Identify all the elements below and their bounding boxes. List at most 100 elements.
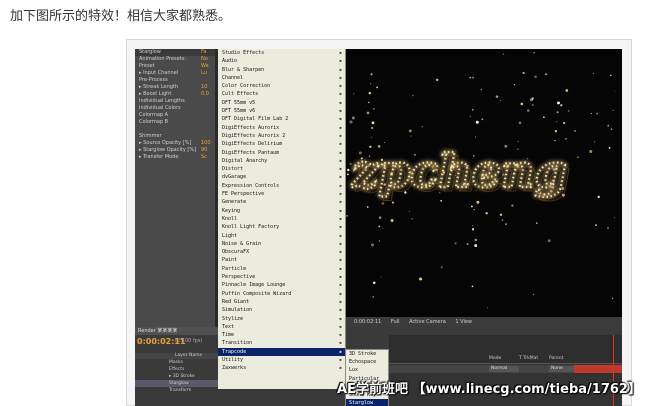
sparkle-particle [576,156,579,159]
effect-control-row[interactable]: ▸ Boost Light 0.0 [135,91,215,98]
sparkle-particle [378,216,382,219]
effect-control-row[interactable]: Colormap B [135,119,215,126]
sparkle-particle [412,95,414,97]
effect-control-row[interactable]: Individual Lengths [135,98,215,105]
submenu-item[interactable]: 3D Stroke [346,350,388,358]
sparkle-particle [545,73,548,76]
effect-control-row[interactable]: Starglow Fa [135,49,215,56]
menu-item[interactable]: Generate ▶ [218,198,345,206]
menu-item[interactable]: Zaxwerks ▶ [218,364,345,372]
menu-item[interactable]: Paint ▶ [218,256,345,264]
menu-item[interactable]: DigiEffects Aurorix ▶ [218,124,345,132]
effect-control-value[interactable]: Fa [201,49,206,56]
menu-item-label: FE Perspective [222,191,265,198]
effect-control-value[interactable]: Sc [201,154,207,161]
sparkle-particle [371,121,375,125]
menu-item[interactable]: FE Perspective ▶ [218,190,345,198]
menu-item[interactable]: Keying ▶ [218,207,345,215]
timeline-row[interactable]: Transform [135,387,218,394]
menu-item[interactable]: Particle ▶ [218,265,345,273]
effect-control-row[interactable]: ▸ Input Channel Lu [135,70,215,77]
viewer-timecode[interactable]: 0:00:02:11 [354,319,381,325]
menu-item[interactable]: Red Giant ▶ [218,298,345,306]
effect-control-row[interactable]: ▸ Starglow Opacity [%] 90 [135,147,215,154]
menu-item[interactable]: Simulation ▶ [218,306,345,314]
effect-control-value[interactable]: Lu [201,70,207,77]
sparkle-particle [382,227,384,229]
sparkle-particle [502,53,505,55]
timeline-tab[interactable]: Render 某某某某 [135,327,218,335]
effect-control-label: Individual Colors [139,105,181,111]
effect-control-row[interactable]: ▸ Source Opacity [%] 100 [135,140,215,147]
effect-control-row[interactable]: Animation Presets: No [135,56,215,63]
sparkle-particle [608,146,611,149]
composition-viewer[interactable]: zpcheng zpcheng [346,49,622,317]
timeline-row[interactable]: ▸ 3D Stroke [135,373,218,380]
effect-control-value[interactable]: 90 [201,147,207,154]
menu-item[interactable]: DigiEffects Aurorix 2 ▶ [218,132,345,140]
menu-item[interactable]: Pinnacle Image Lounge ▶ [218,281,345,289]
menu-item[interactable]: DFT Digital Film Lab 2 ▶ [218,115,345,123]
menu-item[interactable]: Blur & Sharpen ▶ [218,66,345,74]
menu-item[interactable]: DFT 55mm v5 ▶ [218,99,345,107]
viewer-view[interactable]: 1 View [455,319,472,325]
effect-control-value[interactable]: 10 [201,84,207,91]
menu-item[interactable]: Time ▶ [218,331,345,339]
sparkle-particle [592,72,594,74]
sparkle-particle [440,266,443,269]
sparkle-particle [474,244,478,248]
effect-control-row[interactable]: Pre-Process [135,77,215,84]
effect-control-value[interactable]: 0.0 [201,91,209,98]
menu-item-label: Light [222,232,238,239]
effect-control-row[interactable]: Individual Colors [135,105,215,112]
menu-item[interactable]: Channel ▶ [218,74,345,82]
submenu-item[interactable]: Starglow [346,399,388,406]
menu-item[interactable]: Distort ▶ [218,165,345,173]
sparkle-particle [613,217,615,219]
menu-item[interactable]: ObscuraFX ▶ [218,248,345,256]
timeline-row[interactable]: Masks [135,359,218,366]
menu-item[interactable]: DigiEffects Delirium ▶ [218,140,345,148]
submenu-item[interactable]: Lux [346,366,388,374]
menu-item[interactable]: Puffin Composite Wizard ▶ [218,290,345,298]
viewer-camera[interactable]: Active Camera [409,319,446,325]
mode-dropdown[interactable]: Normal [489,366,519,372]
menu-item[interactable]: Audio ▶ [218,57,345,65]
menu-item[interactable]: Digital Anarchy ▶ [218,157,345,165]
effect-control-row[interactable]: Preset Wa [135,63,215,70]
effect-control-value[interactable]: 100 [201,140,211,147]
effect-control-row[interactable]: ▸ Streak Length 10 [135,84,215,91]
menu-item[interactable]: Stylize ▶ [218,315,345,323]
menu-item[interactable]: Perspective ▶ [218,273,345,281]
menu-item[interactable]: DigiEffects Pantaum ▶ [218,149,345,157]
menu-item[interactable]: Utility ▶ [218,356,345,364]
menu-item[interactable]: Cult Effects ▶ [218,90,345,98]
menu-item[interactable]: Color Correction ▶ [218,82,345,90]
sparkle-particle [475,120,479,124]
menu-item[interactable]: Text ▶ [218,323,345,331]
sparkle-particle [532,293,535,296]
menu-item[interactable]: Expression Controls ▶ [218,182,345,190]
menu-item[interactable]: Light ▶ [218,232,345,240]
menu-item[interactable]: DFT 55mm v6 ▶ [218,107,345,115]
timeline-row[interactable]: Effects [135,366,218,373]
menu-item[interactable]: Transition ▶ [218,339,345,347]
submenu-arrow-icon: ▶ [339,66,342,72]
layer-duration-bar[interactable] [574,365,622,373]
effect-control-row[interactable]: Shimmer [135,133,215,140]
viewer-zoom[interactable]: Full [391,319,400,325]
effect-control-row[interactable]: ▸ Transfer Mode Sc [135,154,215,161]
effect-control-row[interactable] [135,126,215,133]
submenu-item[interactable]: Echospace [346,358,388,366]
menu-item[interactable]: dvGarage ▶ [218,173,345,181]
menu-item[interactable]: Trapcode ▶ [218,347,345,356]
menu-item[interactable]: Knoll ▶ [218,215,345,223]
effect-control-row[interactable]: Colormap A [135,112,215,119]
timeline-row[interactable]: Starglow [135,380,218,387]
menu-item[interactable]: Noise & Grain ▶ [218,240,345,248]
menu-item[interactable]: Studio Effects ▶ [218,49,345,57]
menu-item[interactable]: Knoll Light Factory ▶ [218,223,345,231]
sparkle-particle [471,285,474,288]
effect-control-value[interactable]: No [201,56,208,63]
effect-control-value[interactable]: Wa [201,63,209,70]
